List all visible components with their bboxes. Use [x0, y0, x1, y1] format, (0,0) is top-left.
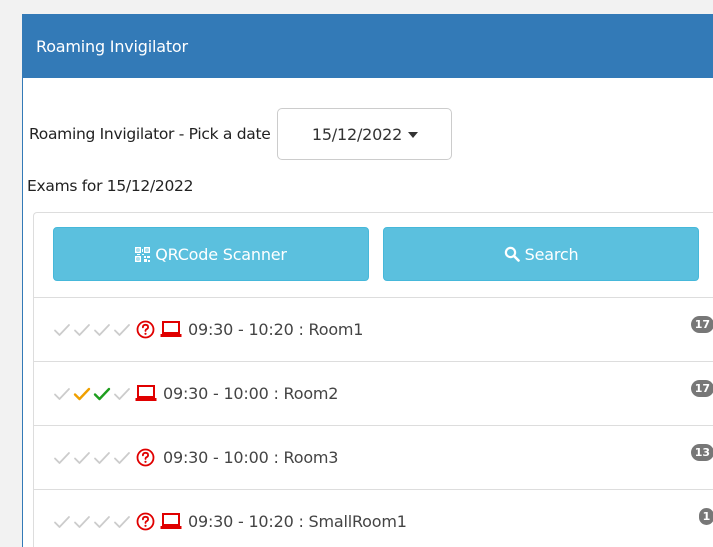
roaming-invigilator-panel: Roaming Invigilator Roaming Invigilator …	[22, 14, 713, 547]
checkmark-icon	[72, 450, 92, 466]
action-buttons: QRCode Scanner Search	[53, 227, 699, 281]
status-ticks	[52, 450, 132, 466]
search-button[interactable]: Search	[383, 227, 699, 281]
laptop-icon	[160, 512, 182, 531]
exam-list-item[interactable]: 09:30 - 10:20 : SmallRoom1 1	[34, 489, 713, 547]
checkmark-icon	[92, 450, 112, 466]
checkmark-icon	[112, 514, 132, 530]
checkmark-icon	[112, 450, 132, 466]
exam-list-item[interactable]: 09:30 - 10:00 : Room2 17	[34, 361, 713, 425]
exam-time-room: 09:30 - 10:00 : Room2	[163, 384, 339, 403]
checkmark-icon	[52, 514, 72, 530]
status-ticks	[52, 514, 132, 530]
search-label: Search	[524, 244, 579, 264]
exams-heading: Exams for 15/12/2022	[27, 177, 194, 195]
qrcode-scanner-label: QRCode Scanner	[155, 244, 287, 264]
search-icon	[504, 246, 520, 262]
question-circle-icon	[136, 448, 155, 467]
exam-time-room: 09:30 - 10:00 : Room3	[163, 448, 339, 467]
panel-title: Roaming Invigilator	[23, 14, 713, 78]
checkmark-icon	[92, 322, 112, 338]
checkmark-icon	[112, 386, 132, 402]
checkmark-icon	[92, 386, 112, 402]
exam-list-item[interactable]: 09:30 - 10:00 : Room3 13	[34, 425, 713, 489]
date-picker-value: 15/12/2022	[311, 124, 403, 144]
candidate-count-badge: 17	[690, 316, 713, 333]
caret-down-icon	[408, 132, 419, 138]
question-circle-icon	[136, 320, 155, 339]
exam-list-item[interactable]: 09:30 - 10:20 : Room1 17	[34, 297, 713, 361]
date-picker-dropdown[interactable]: 15/12/2022	[277, 108, 453, 160]
laptop-icon	[135, 384, 157, 403]
exam-time-room: 09:30 - 10:20 : Room1	[188, 320, 364, 339]
checkmark-icon	[72, 514, 92, 530]
date-picker-label: Roaming Invigilator - Pick a date	[29, 125, 271, 143]
checkmark-icon	[52, 322, 72, 338]
checkmark-icon	[72, 386, 92, 402]
status-ticks	[52, 386, 132, 402]
date-picker-row: Roaming Invigilator - Pick a date 15/12/…	[23, 108, 453, 160]
exam-list: QRCode Scanner Search 09:30 - 10:20 : Ro…	[33, 212, 713, 547]
status-ticks	[52, 322, 132, 338]
checkmark-icon	[52, 386, 72, 402]
candidate-count-badge: 17	[690, 380, 713, 397]
qrcode-icon	[135, 246, 151, 262]
laptop-icon	[160, 320, 182, 339]
checkmark-icon	[52, 450, 72, 466]
candidate-count-badge: 1	[699, 508, 713, 525]
candidate-count-badge: 13	[690, 444, 713, 461]
checkmark-icon	[112, 322, 132, 338]
exam-time-room: 09:30 - 10:20 : SmallRoom1	[188, 512, 407, 531]
checkmark-icon	[72, 322, 92, 338]
question-circle-icon	[136, 512, 155, 531]
checkmark-icon	[92, 514, 112, 530]
qrcode-scanner-button[interactable]: QRCode Scanner	[53, 227, 369, 281]
